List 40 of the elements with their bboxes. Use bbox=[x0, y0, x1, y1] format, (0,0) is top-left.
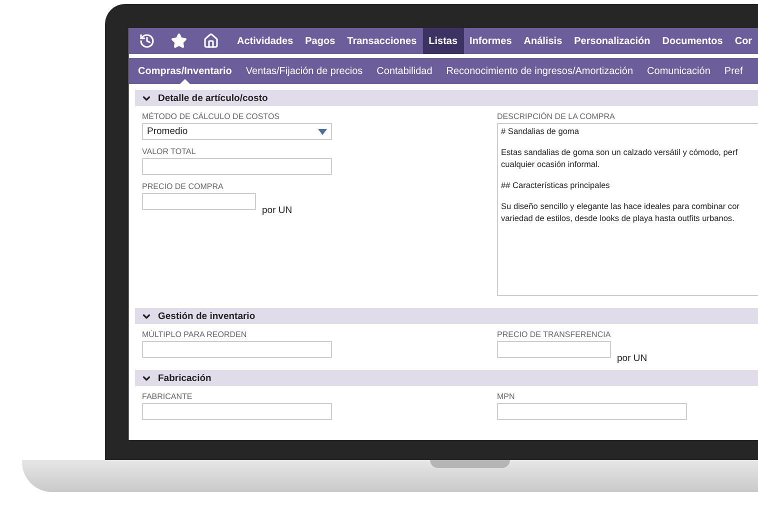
input-field[interactable] bbox=[142, 158, 332, 175]
sub-tab[interactable]: Pref bbox=[717, 58, 750, 84]
nav-menu-item[interactable]: Documentos bbox=[656, 28, 729, 54]
field-label: FABRICANTE bbox=[142, 392, 194, 401]
section-header[interactable]: Fabricación bbox=[135, 370, 758, 386]
input-field[interactable] bbox=[497, 341, 611, 358]
nav-menu-item[interactable]: Pagos bbox=[299, 28, 342, 54]
field-label: DESCRIPCIÓN DE LA COMPRA bbox=[497, 112, 616, 121]
field-label: VALOR TOTAL bbox=[142, 147, 197, 156]
nav-menu-item[interactable]: Listas bbox=[422, 28, 464, 54]
field-label: PRECIO DE TRANSFERENCIA bbox=[497, 330, 612, 339]
nav-menu-item[interactable]: Análisis bbox=[518, 28, 568, 54]
unit-label: por UN bbox=[262, 205, 292, 216]
nav-menu-item[interactable]: Transacciones bbox=[341, 28, 423, 54]
field-label: MÉTODO DE CÁLCULO DE COSTOS bbox=[142, 112, 281, 121]
nav-menu-item[interactable]: Actividades bbox=[231, 28, 300, 54]
input-field[interactable] bbox=[142, 341, 332, 358]
input-field[interactable] bbox=[142, 403, 332, 420]
description-textarea[interactable]: # Sandalias de goma Estas sandalias de goma son un calzado versátil y cómodo, perf cualquier ocasión informal. ## Características principales Su diseño sencillo y elegante las hace ideales para combinar cor variedad de estilos, desde looks de playa hasta outfits urbanos. bbox=[497, 123, 758, 296]
field-label: PRECIO DE COMPRA bbox=[142, 182, 224, 191]
history-icon[interactable] bbox=[139, 33, 155, 49]
caret-icon bbox=[318, 128, 327, 134]
field-label: MPN bbox=[497, 392, 516, 401]
sub-tab[interactable]: Comunicación bbox=[640, 58, 718, 84]
nav-menu-item[interactable]: Cor bbox=[728, 28, 758, 54]
sub-tab[interactable]: Contabilidad bbox=[370, 58, 440, 84]
input-field[interactable] bbox=[142, 193, 256, 210]
star-icon[interactable] bbox=[171, 33, 187, 49]
sub-tab[interactable]: Reconocimiento de ingresos/Amortización bbox=[439, 58, 640, 84]
sub-tab[interactable]: Ventas/Fijación de precios bbox=[238, 58, 370, 84]
unit-label: por UN bbox=[617, 353, 648, 364]
dropdown-field[interactable]: Promedio bbox=[142, 123, 332, 140]
nav-menu-item[interactable]: Personalización bbox=[568, 28, 656, 54]
nav-menu-item[interactable]: Informes bbox=[464, 28, 518, 54]
section-header[interactable]: Gestión de inventario bbox=[135, 308, 758, 324]
sub-tab[interactable]: Compras/Inventario bbox=[131, 58, 239, 84]
section-header[interactable]: Detalle de artículo/costo bbox=[135, 90, 758, 106]
input-field[interactable] bbox=[497, 403, 687, 420]
field-label: MÚLTIPLO PARA REORDEN bbox=[142, 330, 248, 339]
home-icon[interactable] bbox=[203, 33, 219, 49]
